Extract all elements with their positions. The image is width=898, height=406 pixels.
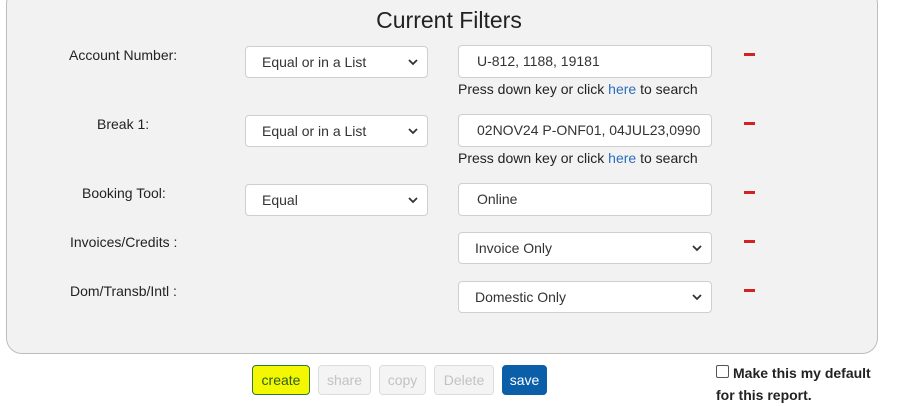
account-number-search-link[interactable]: here: [608, 81, 636, 97]
account-number-operator-select[interactable]: Equal or in a List: [245, 46, 428, 78]
copy-button[interactable]: copy: [379, 365, 426, 395]
select-value: Equal or in a List: [262, 123, 367, 139]
account-number-value-input[interactable]: U-812, 1188, 19181: [458, 45, 712, 78]
filter-label-invoices-credits: Invoices/Credits :: [70, 234, 178, 250]
share-button[interactable]: share: [318, 365, 371, 395]
page-title: Current Filters: [376, 7, 522, 33]
break-1-value-input[interactable]: 02NOV24 P-ONF01, 04JUL23,0990: [458, 114, 712, 147]
filter-label-account-number: Account Number:: [69, 47, 178, 63]
filter-label-break-1: Break 1:: [97, 116, 150, 132]
hint-text: Press down key or click: [458, 81, 609, 97]
break-1-operator-select[interactable]: Equal or in a List: [245, 115, 428, 147]
hint-text: to search: [636, 81, 698, 97]
chevron-down-icon: [408, 197, 418, 204]
remove-filter-invoices-credits-icon[interactable]: [744, 240, 755, 243]
hint-text: Press down key or click: [458, 150, 609, 166]
save-button[interactable]: save: [502, 365, 547, 395]
chevron-down-icon: [408, 128, 418, 135]
create-button[interactable]: create: [252, 365, 310, 395]
chevron-down-icon: [408, 59, 418, 66]
filter-label-booking-tool: Booking Tool:: [82, 185, 166, 201]
break-1-search-link[interactable]: here: [608, 150, 636, 166]
booking-tool-value-input[interactable]: Online: [458, 183, 712, 216]
booking-tool-operator-select[interactable]: Equal: [245, 184, 428, 216]
remove-filter-dom-transb-intl-icon[interactable]: [744, 289, 755, 292]
hint-text: to search: [636, 150, 698, 166]
chevron-down-icon: [692, 245, 702, 252]
account-number-search-hint: Press down key or click here to search: [458, 81, 698, 97]
select-value: Invoice Only: [475, 240, 553, 256]
remove-filter-break-1-icon[interactable]: [744, 122, 755, 125]
make-default-label: Make this my default for this report.: [716, 365, 871, 403]
dom-transb-intl-select[interactable]: Domestic Only: [458, 281, 712, 313]
delete-button[interactable]: Delete: [434, 365, 494, 395]
remove-filter-account-number-icon[interactable]: [744, 53, 755, 56]
select-value: Domestic Only: [475, 289, 567, 305]
select-value: Equal: [262, 192, 298, 208]
invoices-credits-select[interactable]: Invoice Only: [458, 232, 712, 264]
filter-label-dom-transb-intl: Dom/Transb/Intl :: [70, 283, 177, 299]
select-value: Equal or in a List: [262, 54, 367, 70]
break-1-search-hint: Press down key or click here to search: [458, 150, 698, 166]
chevron-down-icon: [692, 294, 702, 301]
remove-filter-booking-tool-icon[interactable]: [744, 191, 755, 194]
